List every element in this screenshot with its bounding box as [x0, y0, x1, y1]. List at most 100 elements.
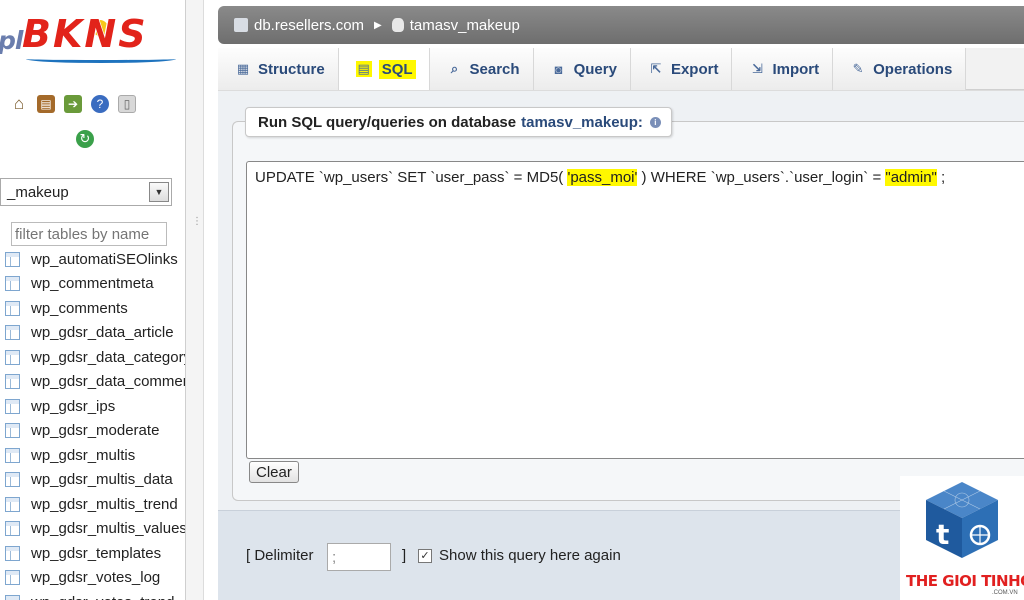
table-icon[interactable] — [5, 472, 20, 488]
logout-icon[interactable]: ➔ — [64, 95, 82, 113]
table-name[interactable]: wp_gdsr_multis_data — [31, 471, 173, 488]
info-icon[interactable]: i — [649, 116, 661, 128]
table-icon[interactable] — [5, 594, 20, 600]
help-icon[interactable]: ? — [91, 95, 109, 113]
documentation-icon[interactable]: ▯ — [118, 95, 136, 113]
table-name[interactable]: wp_gdsr_moderate — [31, 422, 159, 439]
query-text-part: UPDATE `wp_users` SET `user_pass` = MD5( — [255, 169, 568, 186]
structure-icon: ▦ — [236, 61, 250, 76]
tab-query[interactable]: ◙ Query — [533, 48, 631, 90]
table-name[interactable]: wp_gdsr_ips — [31, 398, 115, 415]
filter-tables-input[interactable] — [11, 222, 167, 246]
reload-navigation-icon[interactable]: ↻ — [76, 130, 94, 148]
table-name[interactable]: wp_gdsr_votes_trend — [31, 594, 174, 600]
sidebar-resize-handle[interactable]: ⋮ — [186, 0, 204, 600]
table-icon[interactable] — [5, 300, 20, 316]
table-list-item[interactable]: wp_gdsr_multis_trend — [0, 492, 185, 517]
table-list-item[interactable]: wp_gdsr_multis_values — [0, 517, 185, 542]
table-icon[interactable] — [5, 521, 20, 537]
tab-label: Search — [469, 60, 520, 78]
table-list-item[interactable]: wp_automatiSEOlinks — [0, 247, 185, 272]
home-icon[interactable]: ⌂ — [10, 94, 28, 113]
query-text-part: ; — [936, 169, 946, 186]
table-name[interactable]: wp_gdsr_multis_values — [31, 520, 185, 537]
tab-export[interactable]: ⇱ Export — [630, 48, 733, 90]
query-icon: ◙ — [554, 61, 563, 77]
breadcrumb-database[interactable]: tamasv_makeup — [410, 17, 520, 34]
tab-label: Import — [772, 60, 820, 78]
table-icon[interactable] — [5, 447, 20, 463]
table-name[interactable]: wp_gdsr_multis — [31, 447, 135, 464]
navigation-sidebar: pl BKNS ⌂ ▤ ➔ ? ▯ ↻ _makeup ▼ wp_automat… — [0, 0, 186, 600]
table-list-item[interactable]: wp_gdsr_votes_log — [0, 566, 185, 591]
tab-structure[interactable]: ▦ Structure — [218, 48, 339, 90]
logo-swoosh-icon — [26, 55, 176, 63]
table-list-item[interactable]: wp_gdsr_multis — [0, 443, 185, 468]
chevron-down-icon[interactable]: ▼ — [149, 182, 169, 202]
query-highlight-password: 'pass_moi' — [567, 169, 638, 186]
wrench-icon: ✎ — [852, 61, 864, 76]
sql-query-textarea[interactable]: UPDATE `wp_users` SET `user_pass` = MD5(… — [246, 161, 1024, 459]
table-icon[interactable] — [5, 276, 20, 292]
show-query-label[interactable]: Show this query here again — [439, 547, 621, 564]
breadcrumb-server[interactable]: db.resellers.com — [254, 17, 364, 34]
table-icon[interactable] — [5, 570, 20, 586]
table-name[interactable]: wp_gdsr_multis_trend — [31, 496, 178, 513]
clear-button[interactable]: Clear — [249, 461, 299, 483]
table-name[interactable]: wp_gdsr_data_article — [31, 324, 174, 341]
show-query-checkbox[interactable]: ✓ — [418, 549, 432, 563]
table-list-item[interactable]: wp_gdsr_ips — [0, 394, 185, 419]
database-select[interactable]: _makeup ▼ — [0, 178, 172, 206]
database-select-value: _makeup — [7, 183, 69, 201]
delimiter-input[interactable] — [327, 543, 391, 571]
table-list-item[interactable]: wp_commentmeta — [0, 272, 185, 297]
table-list-item[interactable]: wp_gdsr_data_comment — [0, 370, 185, 395]
bkns-logo-text: BKNS — [22, 12, 148, 56]
tab-bar: ▦ Structure ▤ SQL ⌕ Search ◙ Query ⇱ Exp… — [218, 48, 1024, 90]
query-window-icon[interactable]: ▤ — [37, 95, 55, 113]
legend-database-name: tamasv_makeup: — [521, 113, 643, 131]
sql-icon: ▤ — [355, 61, 372, 77]
tab-label: Query — [573, 60, 617, 78]
tab-label: Operations — [873, 60, 953, 78]
table-list-item[interactable]: wp_gdsr_votes_trend — [0, 590, 185, 600]
table-icon[interactable] — [5, 398, 20, 414]
table-list-item[interactable]: wp_gdsr_multis_data — [0, 468, 185, 493]
tab-search[interactable]: ⌕ Search — [429, 48, 534, 90]
table-icon[interactable] — [5, 545, 20, 561]
table-name[interactable]: wp_comments — [31, 300, 128, 317]
database-icon — [391, 18, 404, 32]
table-name[interactable]: wp_commentmeta — [31, 275, 154, 292]
table-name[interactable]: wp_automatiSEOlinks — [31, 251, 178, 268]
tab-operations[interactable]: ✎ Operations — [833, 48, 967, 90]
delimiter-label: [ Delimiter — [246, 547, 314, 564]
table-name[interactable]: wp_gdsr_data_comment — [31, 373, 185, 390]
table-icon[interactable] — [5, 349, 20, 365]
tab-sql[interactable]: ▤ SQL — [338, 48, 430, 90]
query-text-part: ) WHERE `wp_users`.`user_login` = — [637, 169, 886, 186]
cube-logo-icon: t — [926, 482, 998, 558]
table-list: wp_automatiSEOlinks wp_commentmeta wp_co… — [0, 247, 185, 600]
table-list-item[interactable]: wp_gdsr_moderate — [0, 419, 185, 444]
table-icon[interactable] — [5, 251, 20, 267]
tab-label: Structure — [258, 60, 325, 78]
sidebar-quick-icons: ⌂ ▤ ➔ ? ▯ — [10, 92, 160, 116]
table-icon[interactable] — [5, 423, 20, 439]
watermark-subtext: .COM.VN — [992, 590, 1018, 596]
table-name[interactable]: wp_gdsr_votes_log — [31, 569, 160, 586]
server-icon — [234, 18, 248, 32]
delimiter-bracket: ] — [402, 547, 407, 564]
table-icon[interactable] — [5, 496, 20, 512]
table-icon[interactable] — [5, 325, 20, 341]
table-list-item[interactable]: wp_gdsr_data_category — [0, 345, 185, 370]
watermark-text: THE GIOI TINHOC — [906, 572, 1024, 590]
table-icon[interactable] — [5, 374, 20, 390]
grip-icon[interactable]: ⋮ — [192, 216, 202, 227]
tab-import[interactable]: ⇲ Import — [732, 48, 834, 90]
table-name[interactable]: wp_gdsr_templates — [31, 545, 161, 562]
table-name[interactable]: wp_gdsr_data_category — [31, 349, 185, 366]
table-list-item[interactable]: wp_gdsr_templates — [0, 541, 185, 566]
table-list-item[interactable]: wp_comments — [0, 296, 185, 321]
table-list-item[interactable]: wp_gdsr_data_article — [0, 321, 185, 346]
logo[interactable]: pl BKNS — [0, 0, 185, 75]
